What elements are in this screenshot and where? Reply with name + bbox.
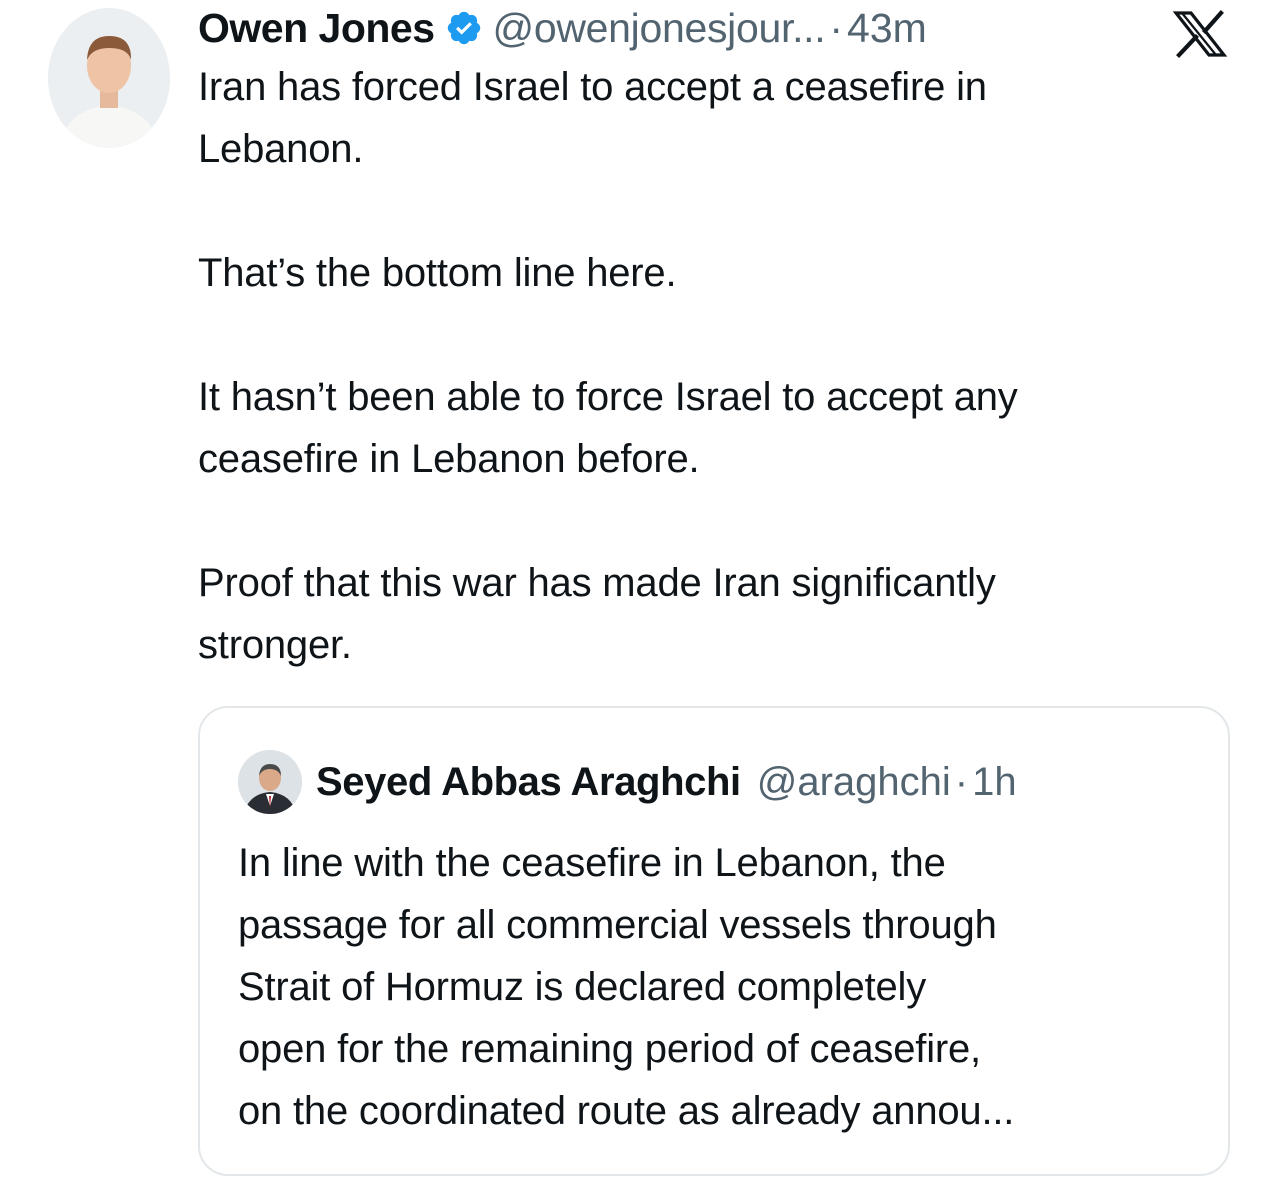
quoted-tweet-text: In line with the ceasefire in Lebanon, t… bbox=[238, 841, 1015, 1133]
user-avatar-icon bbox=[48, 8, 170, 148]
quoted-author-name[interactable]: Seyed Abbas Araghchi bbox=[316, 760, 741, 805]
tweet[interactable]: Owen Jones @owenjonesjour... · 43m Iran … bbox=[0, 0, 1261, 1179]
separator-dot: · bbox=[954, 759, 969, 804]
tweet-paragraph: That’s the bottom line here. bbox=[198, 251, 677, 295]
quoted-author-avatar[interactable] bbox=[238, 750, 302, 814]
author-handle[interactable]: @owenjonesjour... bbox=[493, 5, 826, 52]
author-name[interactable]: Owen Jones bbox=[198, 5, 435, 52]
tweet-paragraph: Proof that this war has made Iran signif… bbox=[198, 561, 996, 667]
tweet-timestamp[interactable]: 43m bbox=[847, 5, 927, 52]
tweet-text: Iran has forced Israel to accept a cease… bbox=[198, 56, 1238, 676]
tweet-header: Owen Jones @owenjonesjour... · 43m bbox=[198, 0, 927, 56]
x-logo-icon[interactable] bbox=[1172, 10, 1228, 58]
quoted-tweet-header: Seyed Abbas Araghchi @araghchi · 1h bbox=[316, 754, 1017, 810]
quoted-author-handle[interactable]: @araghchi bbox=[757, 760, 951, 805]
separator-dot: · bbox=[829, 4, 844, 51]
tweet-paragraph: Iran has forced Israel to accept a cease… bbox=[198, 65, 987, 171]
user-avatar-icon bbox=[238, 750, 302, 814]
verified-badge-icon bbox=[445, 9, 483, 47]
quoted-tweet-card[interactable]: Seyed Abbas Araghchi @araghchi · 1h In l… bbox=[198, 706, 1230, 1176]
tweet-paragraph: It hasn’t been able to force Israel to a… bbox=[198, 375, 1018, 481]
quoted-tweet-timestamp[interactable]: 1h bbox=[972, 760, 1017, 805]
author-avatar[interactable] bbox=[48, 8, 170, 148]
